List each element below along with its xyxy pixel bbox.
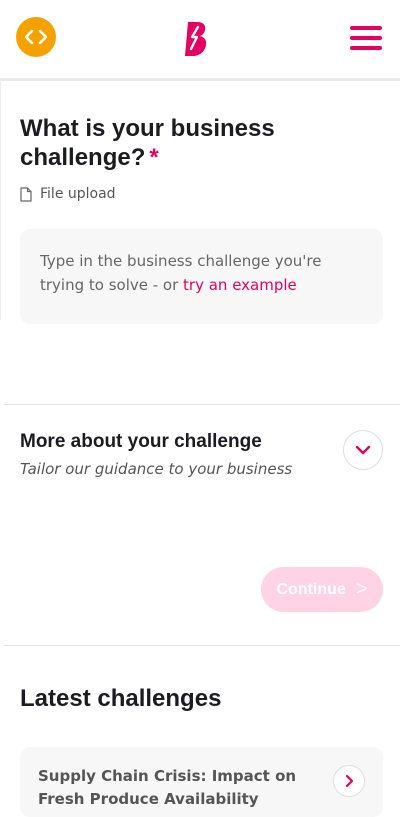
- section-divider: [4, 645, 400, 646]
- latest-challenges-title: Latest challenges: [20, 685, 222, 712]
- challenge-title: What is your business challenge? *: [20, 115, 275, 171]
- challenge-section: What is your business challenge? * File u…: [0, 80, 400, 404]
- expand-more-button[interactable]: [343, 430, 383, 470]
- challenge-card-title: Supply Chain Crisis: Impact on Fresh Pro…: [38, 767, 297, 808]
- section-divider: [4, 404, 400, 405]
- chevron-right-icon: >: [355, 578, 368, 600]
- chevron-right-icon: [345, 774, 353, 788]
- more-about-title: More about your challenge: [20, 431, 262, 452]
- challenge-textarea[interactable]: Type in the business challenge you're tr…: [20, 229, 383, 324]
- open-challenge-button[interactable]: [333, 765, 365, 797]
- menu-button[interactable]: [350, 24, 382, 52]
- code-button[interactable]: [16, 17, 56, 57]
- chevron-down-icon: [355, 445, 371, 455]
- code-brackets-icon: [25, 30, 47, 44]
- brand-logo-icon[interactable]: [185, 22, 209, 56]
- challenge-card[interactable]: Supply Chain Crisis: Impact on Fresh Pro…: [20, 747, 383, 817]
- try-example-link[interactable]: try an example: [183, 276, 297, 294]
- file-upload-label: File upload: [40, 186, 116, 202]
- app-header: [0, 0, 400, 81]
- file-upload-button[interactable]: File upload: [20, 186, 116, 202]
- continue-button[interactable]: Continue >: [261, 567, 383, 612]
- required-asterisk: *: [149, 144, 159, 171]
- file-icon: [20, 186, 32, 202]
- hamburger-menu-icon: [350, 26, 382, 30]
- more-about-subtitle: Tailor our guidance to your business: [20, 460, 293, 478]
- continue-label: Continue: [276, 580, 346, 598]
